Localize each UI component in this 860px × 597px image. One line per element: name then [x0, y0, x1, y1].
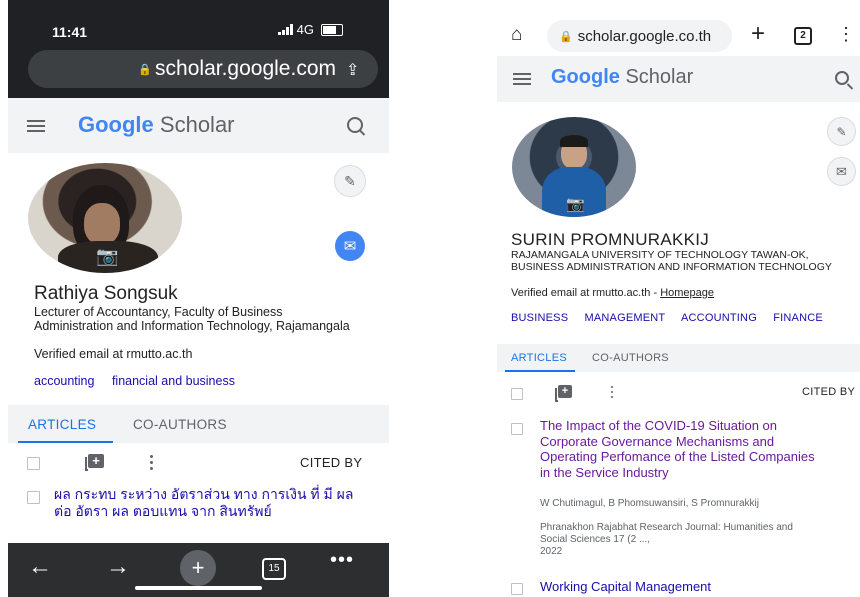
- article-title-link[interactable]: The Impact of the COVID-19 Situation on …: [540, 418, 820, 480]
- edit-button[interactable]: ✎: [827, 117, 856, 146]
- address-bar[interactable]: 🔒 scholar.google.co.th: [547, 20, 732, 52]
- article-title-link[interactable]: ผล กระทบ ระหว่าง อัตราส่วน ทาง การเงิน ท…: [54, 486, 354, 520]
- homepage-link[interactable]: Homepage: [660, 287, 714, 299]
- interests-list: BUSINESS MANAGEMENT ACCOUNTING FINANCE: [511, 312, 836, 324]
- search-icon[interactable]: [835, 71, 849, 85]
- more-options-icon[interactable]: [150, 455, 153, 473]
- network-type: 4G: [296, 22, 314, 37]
- follow-email-button[interactable]: ✉: [335, 231, 365, 261]
- scholar-app-bar: Google Scholar: [497, 56, 860, 102]
- lock-icon: 🔒: [559, 30, 573, 43]
- url-text: scholar.google.com: [155, 57, 336, 80]
- google-scholar-logo[interactable]: Google Scholar: [78, 112, 235, 138]
- interest-link[interactable]: ACCOUNTING: [681, 312, 757, 324]
- signal-indicator: 4G: [277, 22, 343, 37]
- share-icon[interactable]: ⇪: [346, 60, 359, 80]
- more-options-icon[interactable]: [611, 386, 614, 401]
- overflow-menu-icon[interactable]: ⋮: [837, 24, 855, 45]
- profile-tabs: ARTICLES CO-AUTHORS: [8, 405, 389, 443]
- plus-icon: +: [191, 555, 205, 580]
- interest-link[interactable]: financial and business: [112, 374, 235, 388]
- camera-icon[interactable]: 📷: [96, 246, 118, 267]
- cited-by-header[interactable]: CITED BY: [802, 386, 855, 398]
- select-all-checkbox[interactable]: [27, 457, 40, 470]
- cited-by-header[interactable]: CITED BY: [300, 455, 362, 470]
- email-text: Verified email at rmutto.ac.th: [511, 287, 651, 299]
- lock-icon: 🔒: [138, 63, 153, 76]
- article-title-link[interactable]: Working Capital Management: [540, 579, 820, 594]
- battery-icon: [321, 23, 343, 36]
- edit-button[interactable]: ✎: [334, 165, 366, 197]
- search-icon[interactable]: [347, 117, 363, 133]
- article-authors: W Chutimagul, B Phomsuwansiri, S Promnur…: [540, 498, 759, 509]
- logo-google: Google: [78, 112, 154, 137]
- scholar-app-bar: Google Scholar: [8, 98, 389, 153]
- article-checkbox[interactable]: [511, 423, 523, 435]
- profile-name: Rathiya Songsuk: [34, 283, 178, 304]
- article-checkbox[interactable]: [511, 583, 523, 595]
- address-bar[interactable]: 🔒 scholar.google.com: [28, 50, 378, 88]
- profile-tabs: ARTICLES CO-AUTHORS: [497, 344, 860, 372]
- profile-affiliation: RAJAMANGALA UNIVERSITY OF TECHNOLOGY TAW…: [511, 249, 832, 273]
- add-to-library-icon[interactable]: +: [555, 385, 572, 402]
- hamburger-menu-icon[interactable]: [27, 120, 45, 132]
- add-to-library-icon[interactable]: +: [85, 454, 104, 471]
- interests-list: accounting financial and business: [34, 374, 249, 388]
- status-time: 11:41: [52, 24, 88, 40]
- mail-icon: ✉: [836, 163, 847, 179]
- camera-icon[interactable]: 📷: [566, 195, 585, 213]
- right-phone-screenshot: ⌂ 🔒 scholar.google.co.th + 2 ⋮ Google Sc…: [497, 0, 860, 597]
- interest-link[interactable]: FINANCE: [773, 312, 823, 324]
- tab-switcher-button[interactable]: 2: [794, 27, 812, 45]
- tab-co-authors[interactable]: CO-AUTHORS: [133, 417, 227, 432]
- more-menu-icon[interactable]: •••: [330, 549, 354, 572]
- pencil-icon: ✎: [344, 172, 356, 189]
- new-tab-button[interactable]: +: [180, 550, 216, 586]
- new-tab-icon[interactable]: +: [751, 20, 765, 48]
- active-tab-indicator: [18, 441, 113, 443]
- active-tab-indicator: [505, 370, 575, 372]
- interest-link[interactable]: accounting: [34, 374, 94, 388]
- status-bar: 11:41 4G 🔒 scholar.google.com ⇪: [8, 0, 389, 98]
- profile-email: Verified email at rmutto.ac.th: [34, 347, 193, 361]
- interest-link[interactable]: BUSINESS: [511, 312, 568, 324]
- select-all-checkbox[interactable]: [511, 388, 523, 400]
- profile-affiliation: Lecturer of Accountancy, Faculty of Busi…: [34, 305, 350, 333]
- signal-bars-icon: [277, 24, 293, 35]
- logo-scholar: Scholar: [625, 66, 694, 88]
- google-scholar-logo[interactable]: Google Scholar: [551, 66, 693, 89]
- follow-email-button[interactable]: ✉: [827, 157, 856, 186]
- tab-articles[interactable]: ARTICLES: [28, 417, 96, 432]
- back-arrow-icon[interactable]: ←: [28, 553, 52, 581]
- home-icon[interactable]: ⌂: [511, 24, 522, 46]
- pencil-icon: ✎: [836, 124, 847, 139]
- url-text: scholar.google.co.th: [577, 27, 712, 45]
- avatar-face: [84, 203, 120, 245]
- tab-switcher-button[interactable]: 15: [262, 558, 286, 580]
- logo-scholar: Scholar: [159, 112, 235, 137]
- interest-link[interactable]: MANAGEMENT: [585, 312, 666, 324]
- tab-articles[interactable]: ARTICLES: [511, 352, 567, 364]
- hamburger-menu-icon[interactable]: [513, 73, 531, 85]
- tab-co-authors[interactable]: CO-AUTHORS: [592, 352, 669, 364]
- logo-google: Google: [551, 66, 620, 88]
- profile-name: SURIN PROMNURAKKIJ: [511, 230, 710, 249]
- article-checkbox[interactable]: [27, 491, 40, 504]
- article-year: 2022: [540, 546, 563, 557]
- home-indicator: [135, 586, 262, 590]
- avatar-hair: [560, 135, 588, 147]
- left-phone-screenshot: 11:41 4G 🔒 scholar.google.com ⇪ Google S…: [8, 0, 389, 597]
- profile-email: Verified email at rmutto.ac.th - Homepag…: [511, 287, 714, 299]
- email-separator: -: [650, 287, 661, 299]
- forward-arrow-icon[interactable]: →: [106, 553, 130, 581]
- article-venue: Phranakhon Rajabhat Research Journal: Hu…: [540, 522, 793, 545]
- mail-icon: ✉: [343, 238, 357, 255]
